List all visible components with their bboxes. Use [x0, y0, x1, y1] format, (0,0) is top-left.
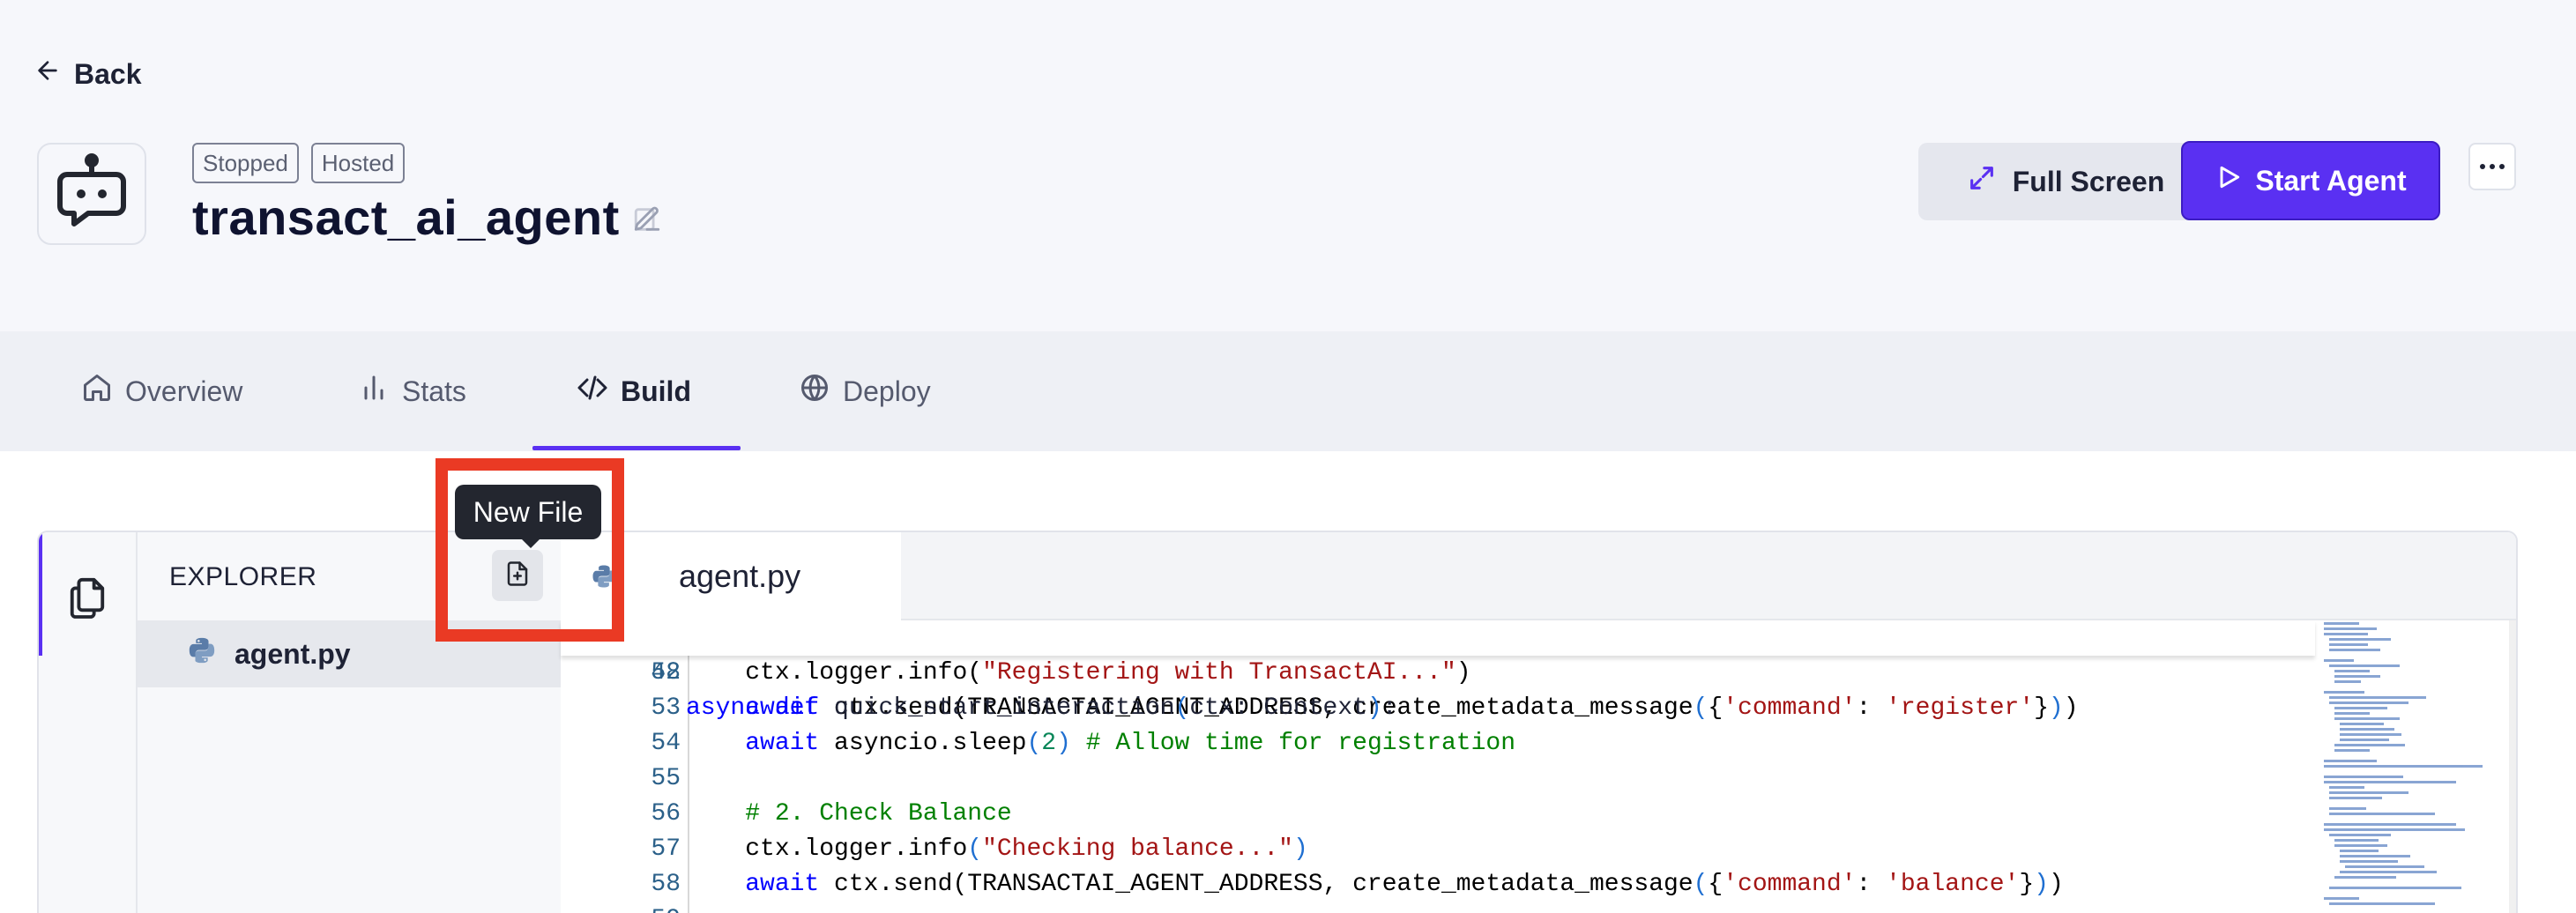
tab-build-label: Build	[621, 375, 691, 407]
start-agent-label: Start Agent	[2255, 164, 2407, 197]
code-line: 59	[561, 902, 2306, 913]
editor-scrollbar[interactable]	[2509, 620, 2516, 913]
new-file-button[interactable]	[492, 550, 543, 601]
start-agent-button[interactable]: Start Agent	[2181, 141, 2440, 220]
explorer-file-item[interactable]: agent.py	[138, 620, 561, 687]
home-icon	[81, 372, 113, 411]
activity-bar	[39, 532, 138, 913]
globe-icon	[799, 372, 830, 411]
editor-tabstrip: agent.py	[561, 532, 2516, 620]
code-icon	[577, 372, 608, 411]
full-screen-label: Full Screen	[2012, 165, 2165, 197]
tab-stats-label: Stats	[402, 375, 466, 407]
code-line: 58 await ctx.send(TRANSACTAI_AGENT_ADDRE…	[561, 867, 2306, 902]
file-explorer: EXPLORER agent.py	[138, 532, 561, 913]
status-badge-hosted: Hosted	[310, 143, 406, 183]
tab-overview[interactable]: Overview	[81, 331, 242, 451]
code-area[interactable]: 52 ctx.logger.info("Registering with Tra…	[561, 620, 2516, 913]
code-editor: EXPLORER agent.py agent.py 52 ctx.logger…	[37, 531, 2518, 913]
back-label: Back	[74, 57, 142, 90]
status-badges: Stopped Hosted	[192, 143, 406, 183]
editor-tab-agent-py[interactable]: agent.py	[561, 532, 901, 620]
expand-icon	[1967, 163, 1997, 200]
code-minimap[interactable]	[2324, 620, 2500, 913]
code-line-text: ctx.logger.info("Registering with Transa…	[686, 659, 1471, 687]
more-options-button[interactable]	[2468, 143, 2516, 190]
tab-deploy[interactable]: Deploy	[799, 331, 931, 451]
play-icon	[2215, 163, 2243, 198]
active-tab-indicator	[532, 446, 741, 450]
edit-icon[interactable]	[632, 189, 662, 246]
code-line-text: await ctx.send(TRANSACTAI_AGENT_ADDRESS,…	[745, 871, 2064, 898]
files-icon[interactable]	[67, 576, 108, 620]
code-line-text: ctx.logger.info("Checking balance...")	[686, 835, 1308, 863]
status-badge-stopped: Stopped	[192, 143, 299, 183]
code-line: 52 ctx.logger.info("Registering with Tra…	[561, 656, 2306, 691]
tab-overview-label: Overview	[125, 375, 243, 407]
python-tab-icon	[591, 560, 617, 588]
arrow-left-icon	[34, 56, 62, 92]
tab-stats[interactable]: Stats	[358, 331, 466, 451]
tab-build[interactable]: Build	[577, 331, 691, 451]
code-line: 55	[651, 765, 681, 792]
file-plus-icon	[504, 560, 531, 591]
editor-tab-label: agent.py	[679, 558, 801, 594]
sticky-line-text: async def quick_start_interaction(ctx: C…	[686, 694, 1397, 722]
page-title: transact_ai_agent	[192, 189, 662, 246]
more-horizontal-icon	[2479, 159, 2505, 174]
code-line: 54 await asyncio.sleep(2) # Allow time f…	[561, 726, 2306, 761]
explorer-title: EXPLORER	[169, 562, 317, 591]
back-link[interactable]: Back	[34, 56, 142, 92]
bar-chart-icon	[358, 372, 390, 411]
sticky-scroll-line[interactable]: 48 async def quick_start_interaction(ctx…	[561, 620, 2315, 722]
code-line-text: # 2. Check Balance	[745, 800, 1012, 828]
code-line: 56 # 2. Check Balance	[561, 797, 2306, 832]
agent-avatar	[37, 143, 146, 245]
new-file-tooltip: New File	[455, 485, 601, 548]
full-screen-button[interactable]: Full Screen	[1918, 143, 2213, 220]
activity-active-indicator	[39, 532, 42, 656]
code-line: 57 ctx.logger.info("Checking balance..."…	[561, 832, 2306, 867]
explorer-file-name: agent.py	[235, 637, 351, 670]
tabs-bar: Overview Stats Build Deploy	[0, 331, 2576, 451]
tab-deploy-label: Deploy	[843, 375, 931, 407]
python-icon	[187, 635, 217, 672]
code-line-text: await asyncio.sleep(2) # Allow time for …	[745, 730, 1516, 757]
agent-name-text: transact_ai_agent	[192, 189, 620, 245]
robot-icon	[49, 150, 134, 239]
